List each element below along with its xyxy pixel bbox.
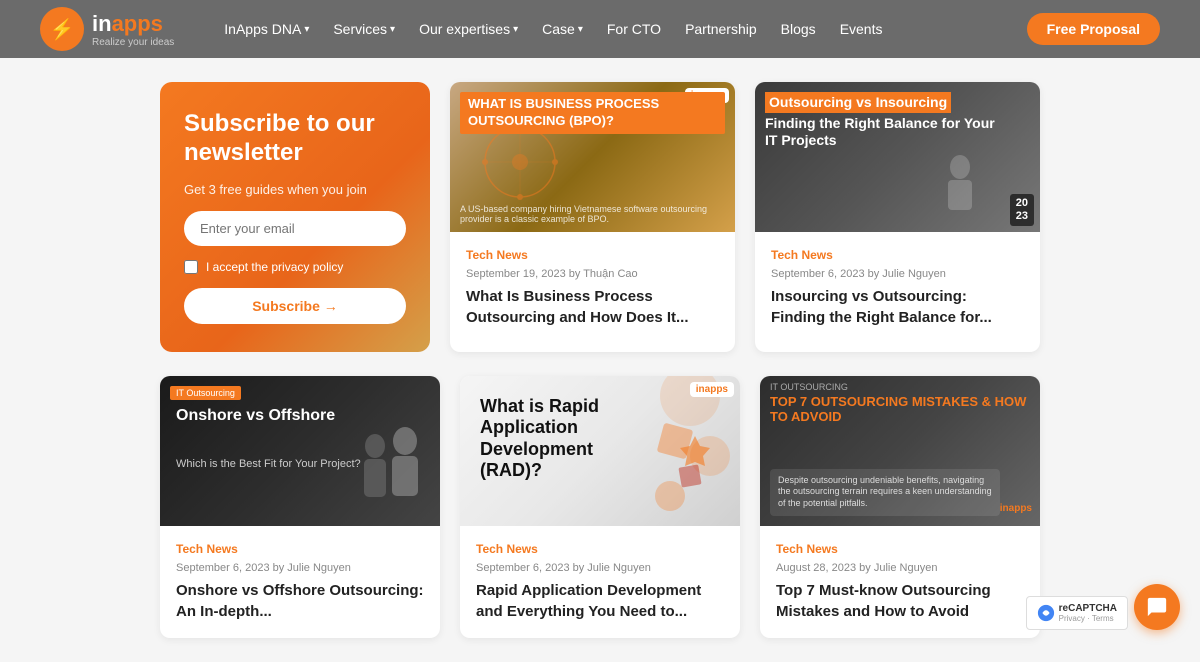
email-input[interactable] (184, 211, 406, 246)
chat-icon (1146, 596, 1168, 618)
nav-blogs[interactable]: Blogs (781, 21, 816, 37)
newsletter-title: Subscribe to our newsletter (184, 110, 406, 168)
card-onshore-image: IT Outsourcing Onshore vs Offshore Which… (160, 376, 440, 526)
content-row-1: Subscribe to our newsletter Get 3 free g… (0, 58, 1200, 376)
card-bpo-title[interactable]: What Is Business Process Outsourcing and… (466, 286, 719, 328)
card-onshore: IT Outsourcing Onshore vs Offshore Which… (160, 376, 440, 638)
card-insource-image: Outsourcing vs Insourcing Finding the Ri… (755, 82, 1040, 232)
nav-dna[interactable]: InApps DNA ▾ (224, 21, 309, 37)
newsletter-subtitle: Get 3 free guides when you join (184, 182, 406, 197)
onshore-person-graphic (350, 421, 430, 526)
recaptcha-icon (1037, 604, 1055, 622)
rad-inapps-badge: inapps (690, 382, 734, 397)
recaptcha-badge: reCAPTCHA Privacy · Terms (1026, 596, 1128, 630)
card-insource-body: Tech News September 6, 2023 by Julie Ngu… (755, 232, 1040, 352)
rad-image-title: What is Rapid Application Development (R… (480, 396, 600, 482)
person-silhouette (940, 152, 980, 232)
card-rad-image: What is Rapid Application Development (R… (460, 376, 740, 526)
mistakes-sub-label: IT OUTSOURCING (770, 382, 848, 392)
privacy-checkbox[interactable] (184, 260, 198, 274)
privacy-label: I accept the privacy policy (206, 260, 343, 274)
card-bpo-body: Tech News September 19, 2023 by Thuận Ca… (450, 232, 735, 352)
card-rad-body: Tech News September 6, 2023 by Julie Ngu… (460, 526, 740, 638)
recaptcha-links: Privacy · Terms (1059, 614, 1117, 623)
logo[interactable]: ⚡ inapps Realize your ideas (40, 7, 174, 51)
bpo-decorative-svg (480, 122, 560, 202)
recaptcha-label: reCAPTCHA (1059, 603, 1117, 614)
newsletter-box: Subscribe to our newsletter Get 3 free g… (160, 82, 430, 352)
content-row-2: IT Outsourcing Onshore vs Offshore Which… (0, 376, 1200, 662)
card-mistakes-category: Tech News (776, 542, 1024, 556)
insource-image-text: Outsourcing vs Insourcing Finding the Ri… (765, 92, 1000, 148)
card-insource-title[interactable]: Insourcing vs Outsourcing: Finding the R… (771, 286, 1024, 328)
card-bpo-category: Tech News (466, 248, 719, 262)
free-proposal-button[interactable]: Free Proposal (1027, 13, 1160, 45)
nav-case[interactable]: Case ▾ (542, 21, 583, 37)
year-badge: 2023 (1010, 194, 1034, 226)
card-bpo: inapps WHAT IS BUSINESS PROCESS OUTSOURC… (450, 82, 735, 352)
chat-bubble[interactable] (1134, 584, 1180, 630)
card-onshore-category: Tech News (176, 542, 424, 556)
card-mistakes-image: IT OUTSOURCING TOP 7 OUTSOURCING MISTAKE… (760, 376, 1040, 526)
onshore-badge: IT Outsourcing (170, 386, 241, 400)
mistakes-desc: Despite outsourcing undeniable benefits,… (778, 475, 992, 510)
nav-partnership[interactable]: Partnership (685, 21, 757, 37)
card-rad-category: Tech News (476, 542, 724, 556)
card-bpo-date: September 19, 2023 by Thuận Cao (466, 268, 719, 280)
card-insource: Outsourcing vs Insourcing Finding the Ri… (755, 82, 1040, 352)
bpo-sub-text: A US-based company hiring Vietnamese sof… (460, 204, 725, 224)
card-bpo-image: inapps WHAT IS BUSINESS PROCESS OUTSOURC… (450, 82, 735, 232)
card-mistakes: IT OUTSOURCING TOP 7 OUTSOURCING MISTAKE… (760, 376, 1040, 638)
card-rad: What is Rapid Application Development (R… (460, 376, 740, 638)
logo-text: inapps Realize your ideas (92, 11, 174, 48)
nav-cto[interactable]: For CTO (607, 21, 661, 37)
mistakes-image-title: TOP 7 OUTSOURCING MISTAKES & HOW TO ADVO… (770, 394, 1030, 425)
rad-graphic (600, 376, 740, 526)
card-mistakes-body: Tech News August 28, 2023 by Julie Nguye… (760, 526, 1040, 638)
logo-icon: ⚡ (40, 7, 84, 51)
card-onshore-title[interactable]: Onshore vs Offshore Outsourcing: An In-d… (176, 580, 424, 622)
nav-services[interactable]: Services ▾ (333, 21, 395, 37)
main-header: ⚡ inapps Realize your ideas InApps DNA ▾… (0, 0, 1200, 58)
card-rad-title[interactable]: Rapid Application Development and Everyt… (476, 580, 724, 622)
card-mistakes-title[interactable]: Top 7 Must-know Outsourcing Mistakes and… (776, 580, 1024, 622)
card-insource-category: Tech News (771, 248, 1024, 262)
privacy-row: I accept the privacy policy (184, 260, 406, 274)
main-nav: InApps DNA ▾ Services ▾ Our expertises ▾… (224, 21, 996, 37)
nav-expertises[interactable]: Our expertises ▾ (419, 21, 518, 37)
subscribe-button[interactable]: Subscribe → (184, 288, 406, 324)
card-insource-date: September 6, 2023 by Julie Nguyen (771, 268, 1024, 280)
card-onshore-date: September 6, 2023 by Julie Nguyen (176, 562, 424, 574)
card-mistakes-date: August 28, 2023 by Julie Nguyen (776, 562, 1024, 574)
mistakes-desc-box: Despite outsourcing undeniable benefits,… (770, 469, 1000, 516)
nav-events[interactable]: Events (840, 21, 883, 37)
card-onshore-body: Tech News September 6, 2023 by Julie Ngu… (160, 526, 440, 638)
mistakes-inapps-badge: inapps (1000, 498, 1032, 516)
card-rad-date: September 6, 2023 by Julie Nguyen (476, 562, 724, 574)
